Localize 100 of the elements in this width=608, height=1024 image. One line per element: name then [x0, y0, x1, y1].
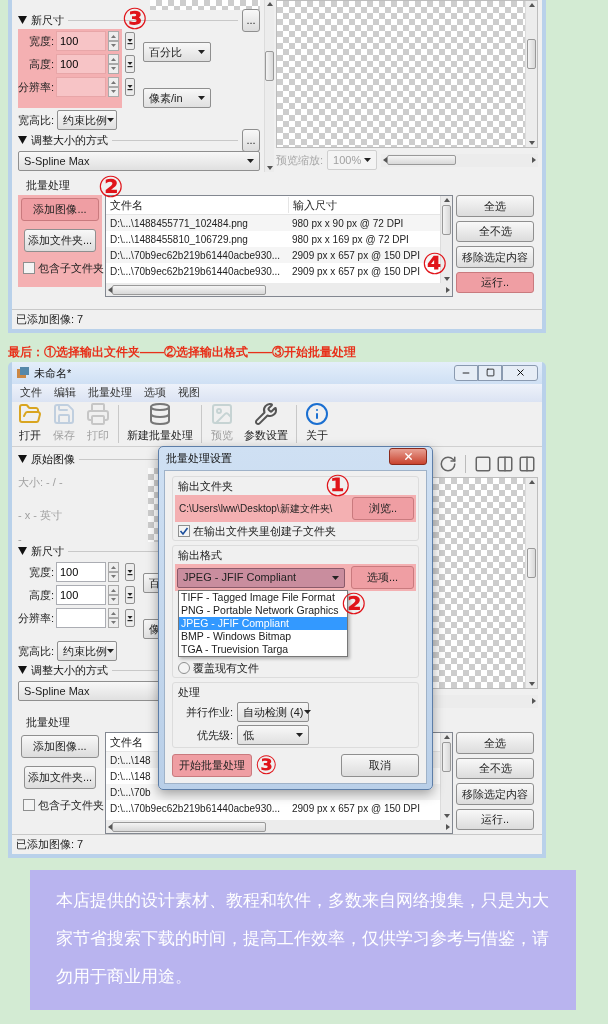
group-title: 输出格式	[178, 548, 222, 562]
section-title: 批量处理	[25, 178, 70, 193]
dropdown[interactable]: 低	[237, 725, 309, 745]
scrollbar[interactable]	[381, 153, 538, 167]
side-by-side-icon[interactable]	[518, 455, 536, 474]
more-button[interactable]: ...	[242, 8, 260, 32]
caret-icon	[332, 575, 339, 580]
menu-item[interactable]: 编辑	[54, 384, 76, 401]
spinner-buttons[interactable]	[108, 31, 119, 51]
dropdown[interactable]: 约束比例	[57, 641, 118, 662]
maximize-button[interactable]	[478, 364, 502, 381]
scrollbar[interactable]	[440, 733, 452, 821]
add-button[interactable]: 添加文件夹...	[24, 229, 96, 252]
spinner-buttons[interactable]	[108, 54, 119, 74]
add-button[interactable]: 添加文件夹...	[24, 766, 96, 790]
dropdown-option[interactable]: BMP - Windows Bitmap	[179, 630, 347, 643]
split-view-icon[interactable]	[496, 455, 514, 474]
action-button[interactable]: 全选	[456, 195, 534, 217]
scrollbar[interactable]	[525, 478, 537, 689]
menu-item[interactable]: 批量处理	[88, 384, 132, 401]
unit-menu-button[interactable]	[125, 585, 135, 606]
step-marker: ④	[422, 249, 448, 279]
dropdown[interactable]: S-Spline Max	[18, 151, 260, 171]
unit-dropdown[interactable]: 像素/in	[143, 88, 211, 108]
dropdown[interactable]: 约束比例	[57, 110, 118, 130]
collapse-triangle-icon[interactable]	[18, 16, 27, 24]
start-button[interactable]: 开始批量处理	[172, 753, 252, 777]
action-button[interactable]: 全不选	[456, 220, 534, 242]
text-field[interactable]: 100	[56, 31, 106, 51]
caret-icon	[198, 96, 205, 100]
checkbox-label: 包含子文件夹	[38, 261, 104, 276]
unit-menu-button[interactable]	[125, 608, 135, 629]
table-cell-text: 2909 px x 657 px @ 150 DPI	[291, 264, 421, 279]
unit-menu-button[interactable]	[125, 77, 135, 97]
checkbox[interactable]	[178, 525, 190, 537]
close-button[interactable]	[502, 364, 538, 381]
scrollbar[interactable]	[106, 283, 452, 296]
text-field[interactable]: 100	[56, 585, 106, 606]
field-label: 宽高比:	[18, 643, 55, 659]
add-button[interactable]: 添加图像...	[21, 735, 99, 759]
action-button[interactable]: 运行..	[456, 271, 534, 293]
dropdown-option[interactable]: TGA - Truevision Targa	[179, 643, 347, 656]
menu-item[interactable]: 选项	[144, 384, 166, 401]
close-button[interactable]	[389, 447, 427, 465]
dropdown[interactable]: 自动检测 (4)	[237, 702, 309, 722]
collapse-triangle-icon[interactable]	[18, 547, 27, 556]
group-title: 处理	[178, 685, 200, 699]
toolbar-button[interactable]: 新建批量处理	[125, 401, 195, 444]
text-field[interactable]: 100	[56, 54, 106, 74]
step-marker: ②	[341, 589, 367, 619]
single-view-icon[interactable]	[474, 455, 492, 474]
minimize-button[interactable]	[454, 364, 478, 381]
cancel-button[interactable]: 取消	[341, 753, 419, 777]
text-field[interactable]	[56, 77, 106, 97]
more-button[interactable]: ...	[242, 128, 260, 152]
action-button[interactable]: 全不选	[456, 757, 534, 780]
format-dropdown[interactable]: JPEG - JFIF Compliant	[177, 567, 345, 588]
text-field[interactable]: 100	[56, 562, 106, 583]
field-label: 分辨率:	[18, 610, 54, 626]
scrollbar[interactable]	[106, 820, 452, 834]
dialog-title: 批量处理设置	[165, 451, 232, 467]
unit-menu-button[interactable]	[125, 54, 135, 74]
spinner-buttons[interactable]	[108, 562, 119, 583]
section-title: 新尺寸	[31, 544, 64, 559]
scrollbar[interactable]	[525, 1, 537, 147]
toolbar-button[interactable]: 关于	[303, 401, 331, 444]
toolbar-button[interactable]: 打开	[16, 401, 44, 444]
image-size-text: 大小: - / -	[18, 475, 63, 491]
menu-item[interactable]: 文件	[20, 384, 42, 401]
add-button[interactable]: 添加图像...	[21, 198, 99, 221]
radio-button[interactable]	[178, 662, 190, 674]
rotate-icon[interactable]	[439, 455, 457, 474]
scrollbar[interactable]	[264, 0, 274, 172]
spinner-buttons[interactable]	[108, 585, 119, 606]
collapse-triangle-icon[interactable]	[18, 136, 27, 144]
unit-dropdown[interactable]: 百分比	[143, 42, 211, 62]
field-label: 分辨率:	[18, 79, 54, 95]
spinner-buttons[interactable]	[108, 77, 119, 97]
action-button[interactable]: 移除选定内容	[456, 783, 534, 805]
caret-icon	[303, 710, 311, 714]
collapse-triangle-icon[interactable]	[18, 666, 27, 675]
checkbox[interactable]	[23, 799, 35, 812]
zoom-label: 预览缩放:	[276, 152, 324, 168]
text-field[interactable]	[56, 608, 106, 629]
action-button[interactable]: 运行..	[456, 808, 534, 831]
collapse-triangle-icon[interactable]	[18, 455, 27, 464]
caret-icon	[107, 649, 115, 654]
spinner-buttons[interactable]	[108, 608, 119, 629]
checkbox-label: 在输出文件夹里创建子文件夹	[193, 524, 336, 538]
section-title: 调整大小的方式	[31, 663, 108, 678]
browse-button[interactable]: 浏览..	[352, 497, 414, 520]
menu-item[interactable]: 视图	[178, 384, 200, 401]
toolbar-button[interactable]: 参数设置	[242, 401, 290, 444]
checkbox[interactable]	[23, 262, 35, 275]
action-button[interactable]: 全选	[456, 732, 534, 754]
table-cell-text: D:\...\70b	[109, 785, 152, 800]
options-button[interactable]: 选项...	[351, 566, 414, 589]
action-button[interactable]: 移除选定内容	[456, 246, 534, 268]
unit-menu-button[interactable]	[125, 31, 135, 51]
unit-menu-button[interactable]	[125, 562, 135, 583]
